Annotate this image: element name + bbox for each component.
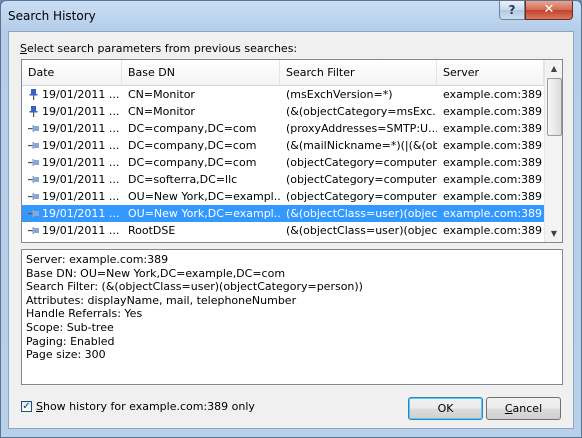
detail-line: Paging: Enabled xyxy=(26,334,115,348)
pinned-icon[interactable] xyxy=(28,89,39,100)
table-row[interactable]: 19/01/2011 ... DC=company,DC=com (objectCa… xyxy=(22,154,544,171)
unpinned-icon[interactable] xyxy=(28,123,39,134)
cell-date: 19/01/2011 ... xyxy=(42,139,120,152)
unpinned-icon[interactable] xyxy=(28,191,39,202)
cell-server: example.com:389 xyxy=(443,207,543,220)
unpinned-icon[interactable] xyxy=(28,174,39,185)
cell-date: 19/01/2011 ... xyxy=(42,156,120,169)
column-header-date[interactable]: Date xyxy=(22,60,122,85)
cell-date: 19/01/2011 ... xyxy=(42,173,120,186)
help-button[interactable]: ? xyxy=(499,1,525,20)
table-row[interactable]: 19/01/2011 ... CN=Monitor (&(objectCategor… xyxy=(22,103,544,120)
instruction-label: Select search parameters from previous s… xyxy=(20,42,298,55)
table-row[interactable]: 19/01/2011 ... OU=New York,DC=exampl... (o… xyxy=(22,188,544,205)
column-header-server[interactable]: Server xyxy=(437,60,544,85)
cell-base-dn: DC=company,DC=com xyxy=(128,156,257,169)
ok-button[interactable]: OK xyxy=(408,397,483,420)
search-history-dialog: Search History ? ✕ Select search paramet… xyxy=(0,0,582,438)
cell-search-filter: (&(objectCategory=msExc... xyxy=(286,105,437,118)
title-bar[interactable]: Search History ? ✕ xyxy=(1,1,581,31)
cell-server: example.com:389 xyxy=(443,122,543,135)
scroll-up-icon[interactable]: ▲ xyxy=(545,60,562,77)
search-history-list[interactable]: Date Base DN Search Filter Server 19/01/… xyxy=(21,59,563,243)
detail-line: Handle Referrals: Yes xyxy=(26,307,143,321)
search-details-panel: Server: example.com:389 Base DN: OU=New Y… xyxy=(21,249,563,385)
cell-search-filter: (objectCategory=computer) xyxy=(286,173,437,186)
table-row[interactable]: 19/01/2011 ... CN=Monitor (msExchVersion=*… xyxy=(22,86,544,103)
scroll-thumb[interactable] xyxy=(547,78,562,136)
cell-base-dn: DC=company,DC=com xyxy=(128,139,257,152)
cell-base-dn: RootDSE xyxy=(128,224,176,237)
cell-server: example.com:389 xyxy=(443,139,543,152)
show-history-checkbox[interactable]: ✓ xyxy=(21,401,32,412)
cell-server: example.com:389 xyxy=(443,105,543,118)
window-title: Search History xyxy=(8,9,96,23)
cell-date: 19/01/2011 ... xyxy=(42,207,120,220)
cell-search-filter: (objectCategory=computer) xyxy=(286,156,437,169)
column-header-search-filter[interactable]: Search Filter xyxy=(280,60,437,85)
cell-search-filter: (msExchVersion=*) xyxy=(286,88,393,101)
list-header: Date Base DN Search Filter Server xyxy=(22,60,544,86)
detail-line: Server: example.com:389 xyxy=(26,253,169,266)
cell-base-dn: CN=Monitor xyxy=(128,88,195,101)
vertical-scrollbar[interactable]: ▲ ▼ xyxy=(544,60,562,242)
cell-search-filter: (&(objectClass=user)(object... xyxy=(286,207,437,220)
pinned-icon[interactable] xyxy=(28,106,39,117)
cell-date: 19/01/2011 ... xyxy=(42,105,120,118)
cell-date: 19/01/2011 ... xyxy=(42,190,120,203)
scroll-down-icon[interactable]: ▼ xyxy=(545,225,562,242)
cell-base-dn: DC=softerra,DC=llc xyxy=(128,173,238,186)
table-row[interactable]: 19/01/2011 ... DC=company,DC=com (&(mailNi… xyxy=(22,137,544,154)
cell-search-filter: (objectCategory=computer) xyxy=(286,190,437,203)
detail-line: Search Filter: (&(objectClass=user)(obje… xyxy=(26,280,363,294)
cell-base-dn: CN=Monitor xyxy=(128,105,195,118)
cancel-button[interactable]: Cancel xyxy=(486,397,561,420)
column-header-base-dn[interactable]: Base DN xyxy=(122,60,280,85)
show-history-label[interactable]: Show history for example.com:389 only xyxy=(36,400,255,413)
cell-server: example.com:389 xyxy=(443,88,543,101)
unpinned-icon[interactable] xyxy=(28,157,39,168)
cell-server: example.com:389 xyxy=(443,173,543,186)
dialog-body: Select search parameters from previous s… xyxy=(8,31,574,429)
cell-base-dn: OU=New York,DC=exampl... xyxy=(128,190,280,203)
cell-search-filter: (&(mailNickname=*)(|(&(ob... xyxy=(286,139,437,152)
cell-server: example.com:389 xyxy=(443,156,543,169)
detail-line: Scope: Sub-tree xyxy=(26,320,114,334)
cell-date: 19/01/2011 ... xyxy=(42,88,120,101)
close-button[interactable]: ✕ xyxy=(525,1,573,20)
cell-search-filter: (&(objectClass=user)(objec... xyxy=(286,224,437,237)
table-row[interactable]: 19/01/2011 ... RootDSE (&(objectClass=user… xyxy=(22,222,544,239)
detail-line: Page size: 300 xyxy=(26,348,106,362)
cell-date: 19/01/2011 ... xyxy=(42,224,120,237)
detail-line: Attributes: displayName, mail, telephone… xyxy=(26,293,297,307)
cell-date: 19/01/2011 ... xyxy=(42,122,120,135)
unpinned-icon[interactable] xyxy=(28,140,39,151)
table-row[interactable]: 19/01/2011 ... DC=company,DC=com (proxyAdd… xyxy=(22,120,544,137)
cell-server: example.com:389 xyxy=(443,224,543,237)
table-row[interactable]: 19/01/2011 ... OU=New York,DC=exampl... (&… xyxy=(22,205,544,222)
cell-server: example.com:389 xyxy=(443,190,543,203)
cell-base-dn: OU=New York,DC=exampl... xyxy=(128,207,280,220)
detail-line: Base DN: OU=New York,DC=example,DC=com xyxy=(26,266,286,280)
cell-base-dn: DC=company,DC=com xyxy=(128,122,257,135)
cell-search-filter: (proxyAddresses=SMTP:U... xyxy=(286,122,437,135)
unpinned-icon[interactable] xyxy=(28,208,39,219)
table-row[interactable]: 19/01/2011 ... DC=softerra,DC=llc (objectC… xyxy=(22,171,544,188)
list-rows: 19/01/2011 ... CN=Monitor (msExchVersion=*… xyxy=(22,86,544,239)
unpinned-icon[interactable] xyxy=(28,225,39,236)
